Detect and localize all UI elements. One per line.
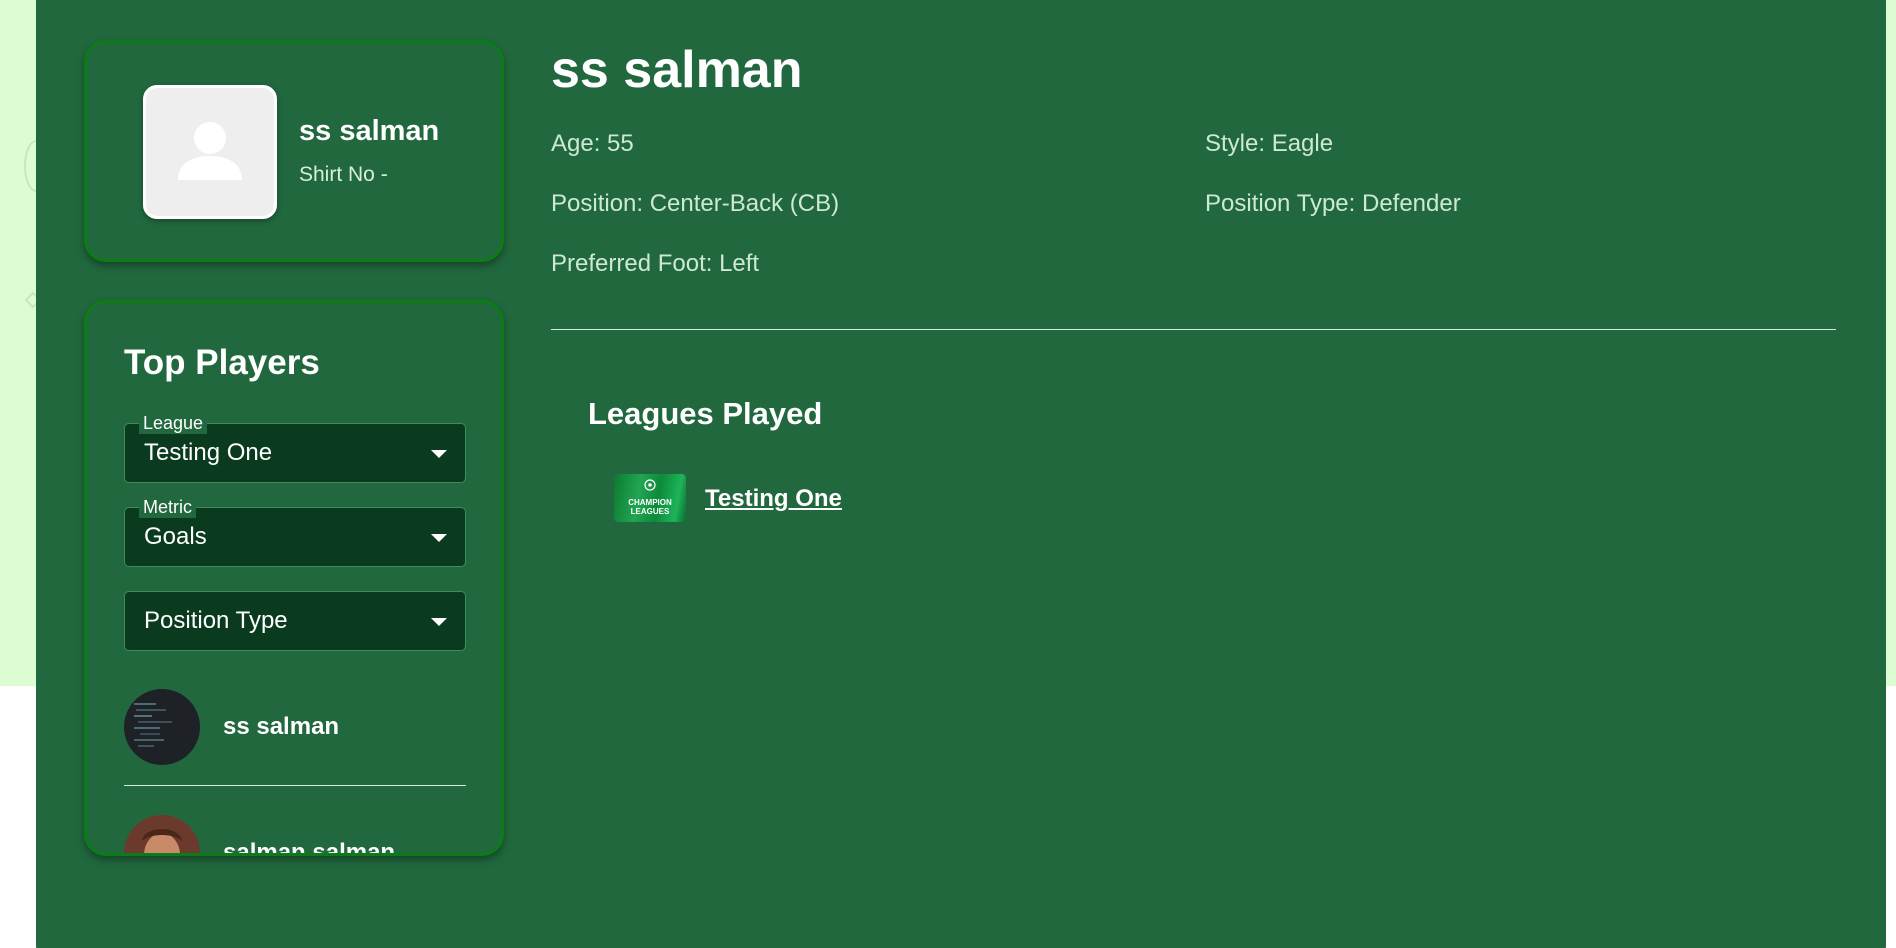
- shirt-number: Shirt No -: [299, 163, 388, 186]
- top-player-name: ss salman: [223, 713, 340, 740]
- league-select[interactable]: League Testing One: [124, 412, 466, 483]
- chevron-down-icon: [431, 534, 447, 542]
- player-preferred-foot: Preferred Foot: Left: [551, 250, 760, 277]
- avatar: [143, 85, 277, 219]
- league-logo: CHAMPION LEAGUES: [614, 474, 686, 522]
- chevron-down-icon: [431, 450, 447, 458]
- profile-name: ss salman: [299, 115, 440, 147]
- divider: [551, 329, 1836, 330]
- player-position: Position: Center-Back (CB): [551, 190, 840, 217]
- player-avatar: [124, 689, 200, 765]
- top-players-card: Top Players League Testing One Metric Go…: [84, 300, 504, 856]
- profile-card: ss salman Shirt No -: [84, 40, 504, 262]
- league-select-value: Testing One: [144, 439, 273, 466]
- top-player-name: salman salman: [223, 839, 396, 856]
- league-select-label: League: [139, 412, 208, 434]
- league-link[interactable]: Testing One: [705, 485, 842, 513]
- top-player-item[interactable]: ss salman: [124, 689, 466, 765]
- top-player-item[interactable]: salman salman: [124, 815, 466, 856]
- position-type-select-value: Position Type: [144, 607, 288, 634]
- metric-select-label: Metric: [139, 496, 196, 518]
- player-age: Age: 55: [551, 130, 634, 157]
- divider: [124, 785, 466, 786]
- trophy-icon: [644, 479, 656, 491]
- position-type-select[interactable]: Position Type: [124, 591, 466, 651]
- top-players-title: Top Players: [124, 343, 320, 382]
- metric-select-value: Goals: [144, 523, 207, 550]
- person-placeholder-icon: [178, 122, 242, 180]
- metric-select[interactable]: Metric Goals: [124, 496, 466, 567]
- leagues-played-title: Leagues Played: [588, 396, 823, 431]
- player-avatar: [124, 815, 200, 853]
- player-style: Style: Eagle: [1205, 130, 1334, 157]
- chevron-down-icon: [431, 618, 447, 626]
- player-name-heading: ss salman: [551, 41, 803, 99]
- player-position-type: Position Type: Defender: [1205, 190, 1461, 217]
